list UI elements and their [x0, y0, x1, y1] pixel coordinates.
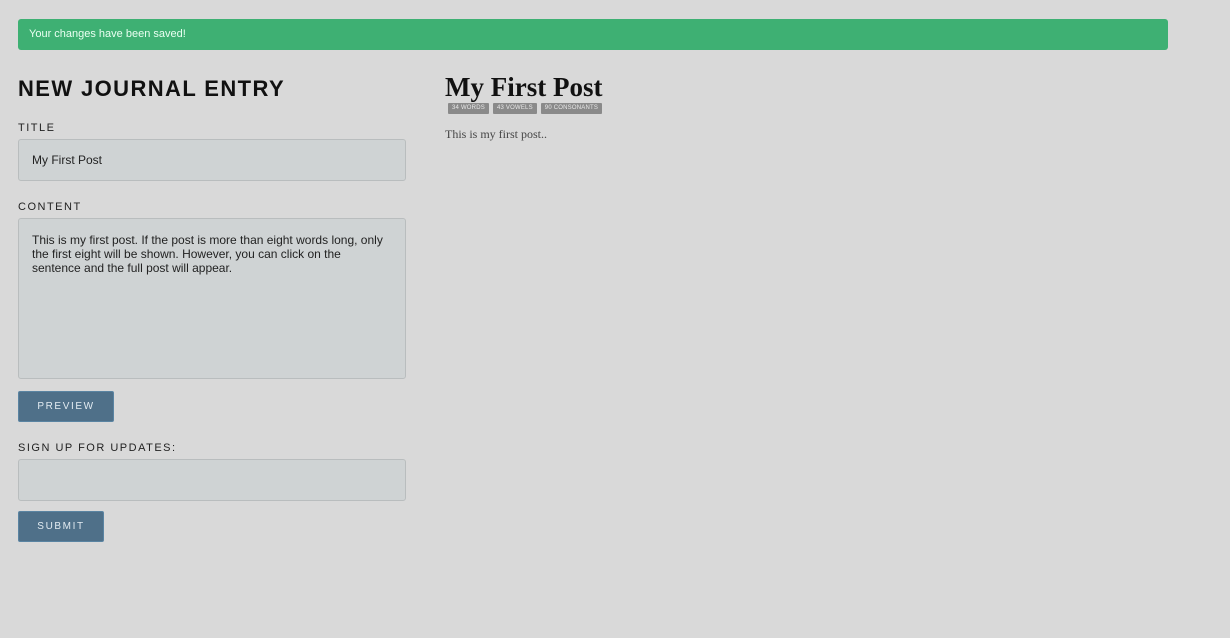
- title-label: TITLE: [18, 122, 56, 134]
- signup-email-input[interactable]: [18, 459, 406, 501]
- content-label: CONTENT: [18, 201, 82, 213]
- post-preview: My First Post 34 WORDS 43 VOWELS 90 CONS…: [445, 72, 1145, 142]
- signup-label: SIGN UP FOR UPDATES:: [18, 442, 177, 454]
- preview-button[interactable]: PREVIEW: [18, 391, 114, 422]
- journal-form: NEW JOURNAL ENTRY TITLE My First Post CO…: [18, 76, 406, 542]
- post-title: My First Post: [445, 72, 603, 102]
- form-heading: NEW JOURNAL ENTRY: [18, 76, 286, 101]
- consonant-count-badge: 90 CONSONANTS: [540, 103, 603, 114]
- title-input[interactable]: My First Post: [18, 139, 406, 181]
- post-excerpt[interactable]: This is my first post..: [445, 127, 1145, 142]
- content-textarea[interactable]: This is my first post. If the post is mo…: [18, 218, 406, 379]
- vowel-count-badge: 43 VOWELS: [492, 103, 537, 114]
- word-count-badge: 34 WORDS: [448, 103, 489, 114]
- success-alert: Your changes have been saved!: [18, 19, 1168, 50]
- post-stats: 34 WORDS 43 VOWELS 90 CONSONANTS: [448, 103, 1145, 114]
- submit-button[interactable]: SUBMIT: [18, 511, 104, 542]
